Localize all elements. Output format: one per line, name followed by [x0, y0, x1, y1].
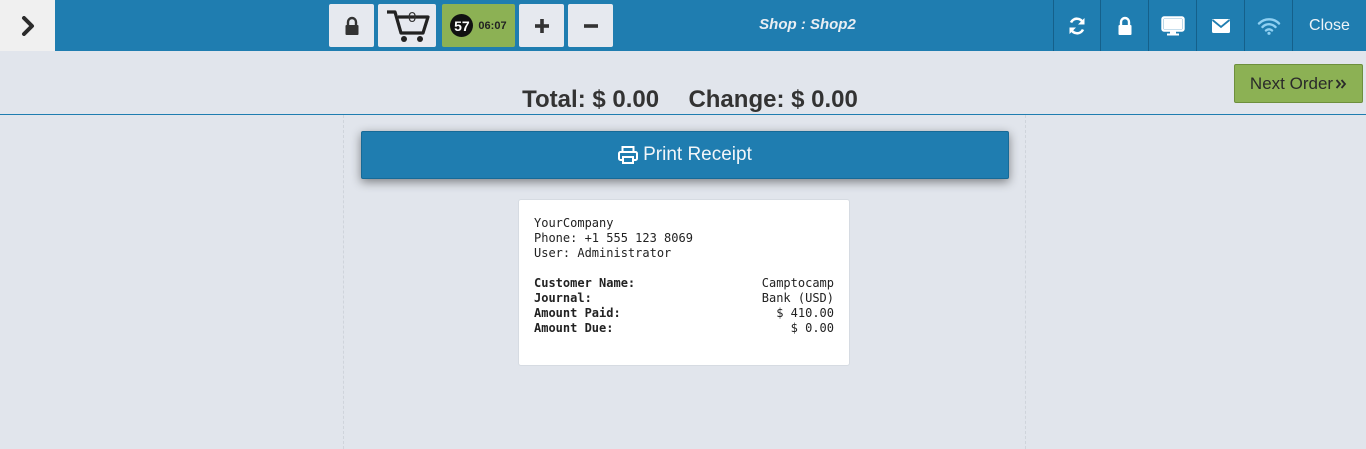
- minus-icon: [583, 23, 598, 28]
- desktop-icon: [1160, 15, 1185, 35]
- wifi-icon: [1257, 17, 1280, 35]
- receipt-row-label: Journal:: [534, 291, 592, 305]
- receipt-user: User: Administrator: [534, 246, 672, 260]
- order-number-badge: 57: [450, 14, 474, 37]
- receipt-row-label: Customer Name:: [534, 276, 636, 290]
- lock-icon: [345, 16, 358, 35]
- print-receipt-button[interactable]: Print Receipt: [361, 131, 1009, 179]
- receipt-company: YourCompany: [534, 216, 614, 230]
- print-receipt-label: Print Receipt: [643, 144, 752, 165]
- total-value: $ 0.00: [592, 86, 660, 113]
- total-label: Total:: [522, 86, 586, 113]
- content-guide-left: [343, 115, 344, 449]
- order-timer-button[interactable]: 57 06:07: [442, 4, 515, 47]
- header-divider: [0, 114, 1366, 115]
- cart-button[interactable]: 0: [378, 4, 436, 47]
- payment-totals: Total: $ 0.00 Change: $ 0.00: [0, 86, 1366, 114]
- cart-count: 0: [408, 9, 417, 26]
- close-button[interactable]: Close: [1292, 0, 1366, 51]
- change-value: $ 0.00: [791, 86, 858, 113]
- print-icon: [618, 146, 639, 164]
- receipt-row: Journal: Bank (USD): [534, 291, 834, 306]
- content-guide-right: [1025, 115, 1026, 449]
- messages-button[interactable]: [1196, 0, 1244, 51]
- change-label: Change:: [688, 86, 785, 113]
- receipt-phone: Phone: +1 555 123 8069: [534, 231, 693, 245]
- refresh-icon: [1069, 16, 1085, 35]
- receipt-row-label: Amount Due:: [534, 321, 614, 335]
- sidebar-toggle-button[interactable]: [0, 0, 55, 51]
- envelope-icon: [1211, 18, 1230, 33]
- lock-screen-button[interactable]: [1100, 0, 1148, 51]
- lock-icon: [1118, 16, 1131, 35]
- connection-status-button[interactable]: [1244, 0, 1292, 51]
- receipt-row-label: Amount Paid:: [534, 306, 621, 320]
- receipt: YourCompany Phone: +1 555 123 8069 User:…: [518, 199, 850, 366]
- receipt-row: Amount Paid: $ 410.00: [534, 306, 834, 321]
- receipt-row-value: $ 410.00: [776, 306, 834, 320]
- new-order-button[interactable]: [519, 4, 564, 47]
- receipt-row-value: $ 0.00: [790, 321, 834, 335]
- plus-icon: [534, 18, 549, 33]
- receipt-row: Customer Name: Camptocamp: [534, 276, 834, 291]
- delete-order-button[interactable]: [568, 4, 613, 47]
- customer-display-button[interactable]: [1148, 0, 1196, 51]
- order-timer: 06:07: [478, 19, 507, 32]
- receipt-row-value: Bank (USD): [761, 291, 834, 305]
- refresh-button[interactable]: [1053, 0, 1100, 51]
- chevron-right-icon: [21, 15, 34, 36]
- receipt-row-value: Camptocamp: [761, 276, 834, 290]
- receipt-row: Amount Due: $ 0.00: [534, 321, 834, 336]
- top-bar: 0 57 06:07 Shop : Shop2 Close: [0, 0, 1366, 51]
- shop-title: Shop : Shop2: [759, 16, 856, 33]
- lock-button[interactable]: [329, 4, 374, 47]
